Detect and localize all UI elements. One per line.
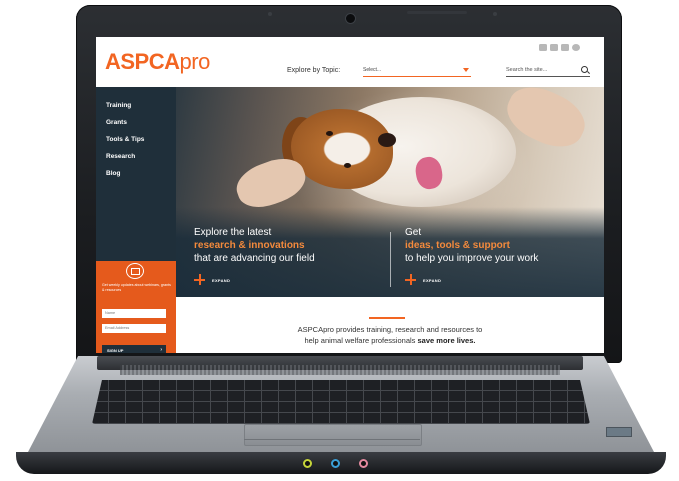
lid-indicator-strip (407, 11, 467, 14)
lid-screw (493, 12, 497, 16)
hero-photo-dog (378, 133, 396, 147)
facebook-icon[interactable] (539, 44, 547, 51)
name-field[interactable]: Name (102, 309, 166, 318)
hero-banner: Explore the latest research & innovation… (176, 77, 604, 297)
mission-line2-text: help animal welfare professionals (304, 336, 416, 345)
sign-up-button[interactable]: SIGN UP › (102, 345, 166, 353)
mission-line2: help animal welfare professionals save m… (176, 336, 604, 345)
twitter-icon[interactable] (550, 44, 558, 51)
hero-right-highlight[interactable]: ideas, tools & support (405, 240, 510, 252)
search-icon[interactable] (581, 66, 588, 73)
newsletter-signup: Get weekly updates about webinars, grant… (96, 261, 176, 353)
logo-text: pro (179, 49, 211, 74)
sidebar-item-tools-tips[interactable]: Tools & Tips (106, 136, 144, 143)
envelope-icon (126, 263, 144, 279)
hero-left-line1: Explore the latest (194, 227, 272, 238)
hero-photo-dog (344, 163, 351, 168)
sidebar-nav: Training Grants Tools & Tips Research Bl… (96, 87, 176, 353)
touchpad-buttons (244, 439, 420, 445)
plus-icon[interactable] (194, 274, 205, 285)
mission-statement: ASPCApro provides training, research and… (176, 297, 604, 353)
signup-description: Get weekly updates about webinars, grant… (102, 283, 171, 292)
topic-select-value: Select... (363, 67, 382, 73)
topic-select[interactable]: Select... (363, 65, 471, 77)
hero-photo-dog (291, 109, 393, 189)
arrow-right-icon: › (160, 347, 162, 353)
hero-photo-dog (326, 131, 333, 136)
laptop-screen: ASPCApro Explore by Topic: Select... Sea… (96, 37, 604, 353)
hero-divider (390, 232, 391, 287)
keyboard (92, 380, 590, 424)
laptop-front-edge (16, 452, 666, 474)
laptop-sticker (606, 427, 632, 437)
logo-text: ASPCA (105, 49, 180, 74)
sidebar-item-grants[interactable]: Grants (106, 119, 127, 126)
audio-port-icon (359, 459, 368, 468)
mission-line1: ASPCApro provides training, research and… (297, 325, 483, 334)
hero-left-highlight[interactable]: research & innovations (194, 240, 305, 252)
accent-rule (369, 317, 405, 319)
youtube-icon[interactable] (561, 44, 569, 51)
mission-line2-bold: save more lives. (417, 336, 476, 345)
expand-link[interactable]: EXPAND (423, 278, 441, 283)
aspcapro-logo[interactable]: ASPCApro (105, 51, 210, 73)
hero-right-line1: Get (405, 227, 422, 238)
sidebar-item-blog[interactable]: Blog (106, 170, 120, 177)
hero-left-line3: that are advancing our field (194, 253, 315, 264)
sign-up-label: SIGN UP (107, 348, 124, 353)
speaker-grille (120, 365, 560, 375)
audio-port-icon (331, 459, 340, 468)
site-header: ASPCApro Explore by Topic: Select... Sea… (96, 37, 604, 87)
email-field[interactable]: Email Address (102, 324, 166, 333)
social-links (539, 44, 580, 51)
search-placeholder: Search the site... (506, 67, 548, 73)
webcam-icon (345, 13, 356, 24)
hero-right-line3: to help you improve your work (405, 253, 539, 264)
search-input[interactable]: Search the site... (506, 65, 590, 77)
sidebar-item-training[interactable]: Training (106, 102, 131, 109)
expand-link[interactable]: EXPAND (212, 278, 230, 283)
sidebar-item-research[interactable]: Research (106, 153, 135, 160)
plus-icon[interactable] (405, 274, 416, 285)
audio-port-icon (303, 459, 312, 468)
instagram-icon[interactable] (572, 44, 580, 51)
explore-by-topic-label: Explore by Topic: (287, 67, 341, 74)
lid-screw (268, 12, 272, 16)
chevron-down-icon (463, 68, 469, 72)
